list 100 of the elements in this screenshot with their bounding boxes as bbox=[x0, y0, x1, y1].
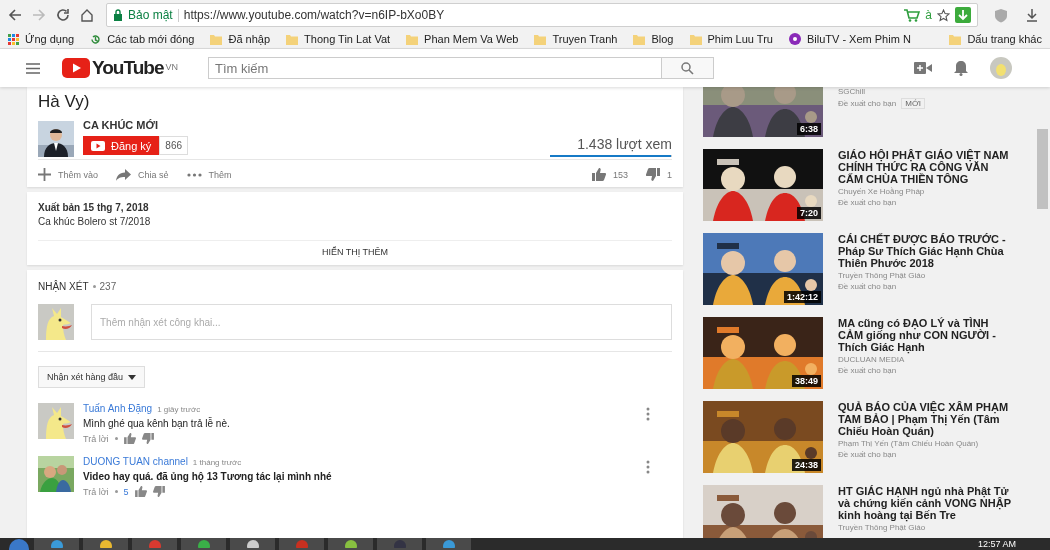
search-field[interactable]: Tìm kiếm bbox=[207, 57, 662, 79]
channel-name: SGChill bbox=[838, 87, 867, 96]
video-camera-icon[interactable] bbox=[914, 62, 932, 74]
video-duration: 38:49 bbox=[791, 375, 821, 387]
thumbs-up-icon bbox=[591, 168, 606, 181]
lock-icon bbox=[113, 9, 123, 21]
bookmark-folder[interactable]: Dấu trang khác bbox=[949, 33, 1042, 45]
apps-icon bbox=[8, 33, 19, 45]
folder-icon bbox=[689, 33, 702, 45]
video-duration: 1:42:12 bbox=[783, 291, 821, 303]
more-button[interactable]: Thêm bbox=[186, 169, 232, 180]
comment-field[interactable]: Thêm nhận xét công khai... bbox=[91, 304, 672, 340]
video-title[interactable]: CÁI CHẾT ĐƯỢC BÁO TRƯỚC - Pháp Sư Thích Giác Hạnh Chùa Thiên Phước 2018 bbox=[838, 233, 1013, 269]
bookmark-item[interactable]: Đã nhập bbox=[210, 33, 271, 45]
recommendation-reason: Đề xuất cho bạn bbox=[838, 198, 897, 207]
recommendation-reason: Đề xuất cho bạn bbox=[838, 366, 897, 375]
comment-time[interactable]: 1 giây trước bbox=[157, 405, 201, 414]
bookmark-item[interactable]: Blog bbox=[633, 33, 674, 45]
taskbar-button[interactable] bbox=[426, 538, 471, 550]
bookmark-item[interactable]: Các tab mới đóng bbox=[90, 33, 195, 45]
like-count: 5 bbox=[123, 486, 129, 497]
youtube-logo[interactable]: YouTube$^{VN}$ bbox=[62, 57, 178, 79]
clock: 12:57 AM bbox=[977, 538, 1016, 550]
comment-author[interactable]: DUONG TUAN channel bbox=[83, 456, 188, 467]
sort-dropdown[interactable]: Nhận xét hàng đầu bbox=[38, 366, 146, 388]
bookmark-item[interactable]: Phim Luu Tru bbox=[689, 33, 773, 45]
folder-icon bbox=[210, 33, 223, 45]
site-icon bbox=[788, 33, 801, 45]
comment-count: 237 bbox=[99, 281, 117, 292]
show-more-button[interactable]: HIỂN THỊ THÊM bbox=[38, 240, 672, 265]
bookmark-item[interactable]: Ứng dụng bbox=[8, 33, 75, 45]
like-button[interactable]: 153 bbox=[591, 168, 628, 181]
video-title[interactable]: GIÁO HỘI PHẬT GIÁO VIỆT NAM CHÍNH THỨC RA CÔNG VĂN CẤM CHÙA THIỀN TÔNG bbox=[838, 149, 1013, 185]
shield-icon[interactable] bbox=[994, 7, 1008, 23]
video-title[interactable]: MA cũng có ĐẠO LÝ và TÌNH CẢM giống như CON NGƯỜI - Thích Giác Hạnh bbox=[838, 317, 1013, 353]
bell-icon[interactable] bbox=[954, 60, 968, 76]
channel-name[interactable]: CA KHÚC MỚI bbox=[83, 119, 189, 131]
app-icon bbox=[441, 538, 456, 548]
reply-button[interactable]: Trả lời bbox=[83, 433, 109, 444]
star-icon[interactable] bbox=[937, 8, 950, 22]
video-duration: 7:20 bbox=[797, 207, 821, 219]
plus-icon bbox=[38, 168, 51, 181]
cart-icon[interactable] bbox=[904, 8, 921, 22]
subscribe-button[interactable]: Đăng ký bbox=[83, 136, 160, 155]
download-icon[interactable] bbox=[1026, 8, 1038, 22]
bookmark-item[interactable]: Phan Mem Va Web bbox=[406, 33, 519, 45]
recommendation-reason: Đề xuất cho bạn bbox=[838, 450, 897, 459]
comment-text: Mình ghé qua kênh bạn trả lễ nè. bbox=[83, 418, 231, 429]
dislike-button[interactable]: 1 bbox=[646, 168, 672, 181]
comment-time[interactable]: 1 tháng trước bbox=[192, 458, 242, 467]
play-icon bbox=[91, 140, 105, 151]
view-count: 1.438 lượt xem bbox=[577, 136, 672, 152]
folder-icon bbox=[949, 33, 962, 45]
folder-icon bbox=[534, 33, 547, 45]
scrollbar-thumb[interactable] bbox=[1037, 129, 1048, 209]
app-icon bbox=[196, 538, 211, 548]
taskbar-button[interactable] bbox=[230, 538, 275, 550]
more-icon[interactable] bbox=[646, 407, 650, 421]
bookmark-item[interactable]: Thong Tin Lat Vat bbox=[286, 33, 391, 45]
start-icon[interactable] bbox=[8, 538, 30, 550]
video-title[interactable]: QUẢ BÁO CỦA VIỆC XÂM PHẠM TAM BẢO | Phạm Thị Yến (Tâm Chiếu Hoàn Quán) bbox=[838, 401, 1013, 437]
share-button[interactable]: Chia sẻ bbox=[116, 168, 169, 181]
thumbs-up-icon[interactable] bbox=[134, 486, 147, 497]
bookmark-item[interactable]: Truyen Tranh bbox=[534, 33, 618, 45]
bookmark-item[interactable]: BiluTV - Xem Phim N bbox=[788, 33, 911, 45]
app-icon bbox=[294, 538, 309, 548]
search-button[interactable] bbox=[661, 57, 714, 79]
taskbar-button[interactable] bbox=[34, 538, 79, 550]
channel-name: Truyền Thông Phật Giáo bbox=[838, 271, 927, 280]
channel-name: Phạm Thị Yến (Tâm Chiếu Hoàn Quán) bbox=[838, 439, 980, 448]
more-icon[interactable] bbox=[646, 460, 650, 474]
history-icon bbox=[90, 33, 102, 45]
video-duration: 6:38 bbox=[797, 123, 821, 135]
caret-icon bbox=[128, 374, 137, 380]
add-button[interactable]: Thêm vào bbox=[38, 168, 99, 181]
folder-icon bbox=[406, 33, 419, 45]
address-field[interactable]: Bảo mật https://www.youtube.com/watch?v=n6IP-bXo0BY à bbox=[106, 3, 978, 27]
app-icon bbox=[98, 538, 113, 548]
comment-author[interactable]: Tuấn Anh Đặng bbox=[83, 403, 153, 414]
reload-icon[interactable] bbox=[54, 8, 72, 22]
reply-button[interactable]: Trả lời bbox=[83, 486, 109, 497]
channel-name: Truyền Thông Phật Giáo bbox=[838, 523, 927, 532]
menu-icon[interactable] bbox=[26, 62, 40, 74]
taskbar-button[interactable] bbox=[328, 538, 373, 550]
taskbar-button[interactable] bbox=[181, 538, 226, 550]
thumbs-up-icon[interactable] bbox=[123, 433, 136, 444]
recommendation-reason: Đề xuất cho bạn bbox=[838, 99, 897, 108]
back-icon[interactable] bbox=[6, 8, 24, 22]
thumbs-down-icon[interactable] bbox=[141, 433, 154, 444]
subscriber-count: 866 bbox=[159, 136, 189, 155]
video-title: Hà Vy) bbox=[38, 91, 91, 113]
video-title[interactable]: HT GIÁC HẠNH ngủ nhà Phật Tử và chứng kiến cảnh VONG NHẬP kinh hoàng tại Bến Tre bbox=[838, 485, 1013, 521]
comments-heading: NHẬN XÉT bbox=[38, 281, 89, 292]
thumbs-down-icon[interactable] bbox=[152, 486, 165, 497]
app-icon bbox=[147, 538, 162, 548]
taskbar-button[interactable] bbox=[83, 538, 128, 550]
home-icon[interactable] bbox=[78, 8, 96, 22]
extension-badge[interactable]: à bbox=[925, 8, 932, 22]
app-icon bbox=[245, 538, 260, 548]
download-icon[interactable] bbox=[955, 7, 971, 23]
